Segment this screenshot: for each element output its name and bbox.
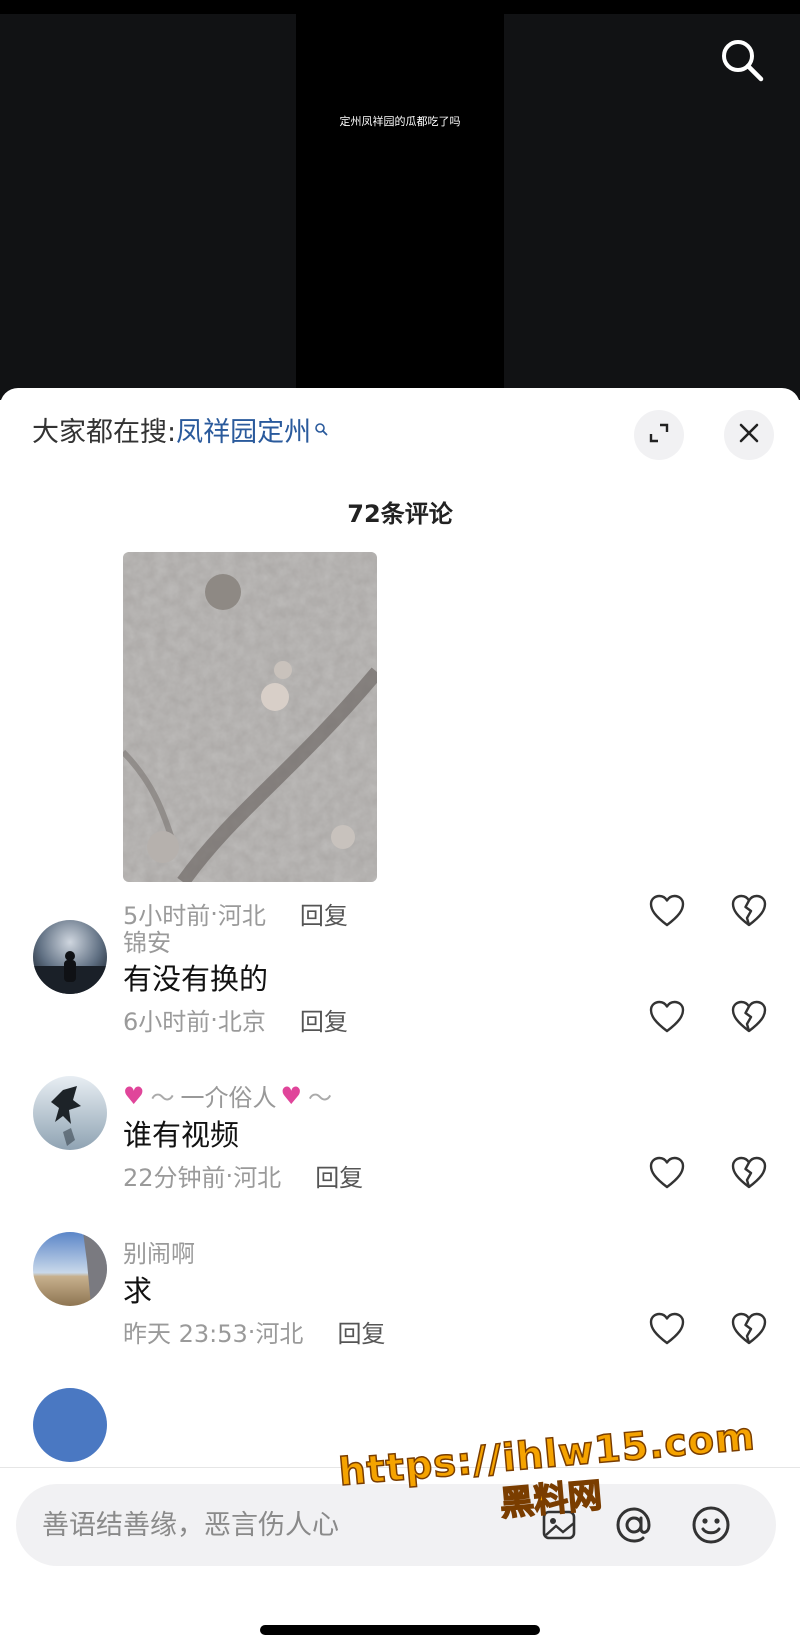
video-frame <box>296 14 504 400</box>
comment-meta: 22分钟前 · 河北 回复 <box>123 1158 363 1193</box>
comment-text: 求 <box>123 1274 153 1308</box>
meta-separator: · <box>225 1161 234 1190</box>
meta-separator: · <box>210 899 218 928</box>
broken-heart-icon[interactable] <box>728 1308 770 1350</box>
comment-time: 昨天 23:53 <box>123 1320 248 1348</box>
comment-meta: 昨天 23:53 · 河北 回复 <box>123 1314 385 1349</box>
hot-search-bar[interactable]: 大家都在搜: 凤祥园定州 <box>32 410 328 449</box>
avatar[interactable] <box>33 1076 107 1150</box>
comment-image[interactable] <box>123 552 377 882</box>
sparkle-heart-icon: ♥ <box>280 1081 303 1110</box>
comment-actions <box>646 1152 770 1194</box>
comment-input-container <box>16 1484 776 1566</box>
avatar[interactable] <box>33 1388 107 1462</box>
expand-button[interactable] <box>634 410 684 460</box>
comment-location: 北京 <box>217 1008 266 1036</box>
comment-actions <box>646 890 770 932</box>
heart-icon[interactable] <box>646 1152 688 1194</box>
emoji-icon[interactable] <box>688 1502 734 1548</box>
heart-icon[interactable] <box>646 996 688 1038</box>
hot-search-keyword[interactable]: 凤祥园定州 <box>176 410 311 449</box>
comment-input[interactable] <box>42 1501 512 1549</box>
video-caption: 定州凤祥园的瓜都吃了吗 <box>339 115 461 128</box>
username-text: 一介俗人 <box>180 1084 277 1112</box>
comment-actions <box>646 996 770 1038</box>
comment-actions <box>646 1308 770 1350</box>
expand-icon <box>647 421 671 449</box>
comment-location: 河北 <box>233 1164 282 1192</box>
home-indicator <box>260 1625 540 1635</box>
search-icon <box>314 412 328 443</box>
comment-location: 河北 <box>255 1320 304 1348</box>
heart-icon[interactable] <box>646 1308 688 1350</box>
decoration-wave: 〜 <box>308 1084 333 1112</box>
comment-input-bar: https://ihlw15.com 黑料网 <box>0 1413 800 1651</box>
comment-time: 6小时前 <box>123 1008 211 1036</box>
sparkle-heart-icon: ♥ <box>123 1081 145 1110</box>
avatar[interactable] <box>33 920 107 994</box>
comment-username[interactable]: 别闹啊 <box>123 1234 195 1269</box>
reply-button[interactable]: 回复 <box>315 1158 363 1193</box>
comment-count: 72条评论 <box>347 500 453 528</box>
comment-location: 河北 <box>217 902 266 930</box>
avatar[interactable] <box>33 1232 107 1306</box>
video-blur-left <box>0 14 296 400</box>
broken-heart-icon[interactable] <box>728 890 770 932</box>
reply-button[interactable]: 回复 <box>337 1314 385 1349</box>
meta-separator: · <box>210 1005 218 1034</box>
heart-icon[interactable] <box>646 890 688 932</box>
comment-text: 谁有视频 <box>123 1118 240 1152</box>
broken-heart-icon[interactable] <box>728 1152 770 1194</box>
reply-button[interactable]: 回复 <box>300 1002 348 1037</box>
comment-meta: 6小时前 · 北京 回复 <box>123 1002 348 1037</box>
comment-username[interactable]: 锦安 <box>123 923 171 958</box>
image-icon[interactable] <box>536 1502 582 1548</box>
comment-time: 22分钟前 <box>123 1164 226 1192</box>
hot-search-prefix: 大家都在搜: <box>32 417 177 448</box>
close-button[interactable] <box>724 410 774 460</box>
comment-text: 有没有换的 <box>123 962 269 996</box>
close-icon <box>737 421 761 449</box>
comment-sheet: 大家都在搜: 凤祥园定州 72条评论 5小时前 · 河北 回复 锦安 有没有换的… <box>0 388 800 1651</box>
search-icon[interactable] <box>718 36 766 84</box>
video-player[interactable]: 定州凤祥园的瓜都吃了吗 <box>0 0 800 400</box>
decoration-wave: 〜 <box>150 1084 175 1112</box>
at-icon[interactable] <box>611 1502 657 1548</box>
comment-username[interactable]: ♥ 〜 一介俗人 ♥ 〜 <box>123 1078 332 1113</box>
broken-heart-icon[interactable] <box>728 996 770 1038</box>
reply-button[interactable]: 回复 <box>300 896 348 931</box>
meta-separator: · <box>247 1317 256 1346</box>
